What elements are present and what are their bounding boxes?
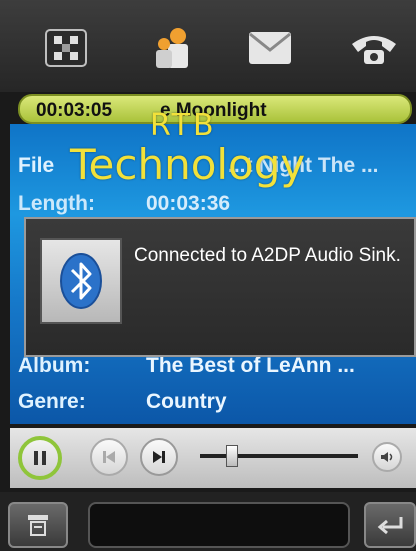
contacts-icon[interactable] [142,22,202,74]
genre-value: Country [146,390,227,413]
previous-icon [103,451,115,463]
previous-button[interactable] [90,438,128,476]
next-button[interactable] [140,438,178,476]
bluetooth-icon [40,238,122,324]
watermark-line1: RTB [150,108,217,143]
text-entry-area[interactable] [88,502,350,548]
length-label: Length: [18,192,95,215]
speaker-icon [381,452,393,462]
back-button[interactable] [364,502,416,548]
pause-button[interactable] [18,436,62,480]
bottom-bar [0,492,416,551]
back-arrow-icon [377,517,403,535]
mail-icon[interactable] [240,22,300,74]
progress-track[interactable] [200,454,358,458]
album-label: Album: [18,354,91,377]
length-value: 00:03:36 [146,192,231,215]
elapsed-time: 00:03:05 [36,100,113,121]
next-icon [153,451,165,463]
watermark-line2: Technology [70,140,306,189]
album-value: The Best of LeAnn ... [146,354,355,377]
menu-button[interactable] [8,502,68,548]
file-label: File [18,154,55,177]
pause-icon [34,451,46,465]
scan-icon[interactable] [36,22,96,74]
top-toolbar [0,0,416,92]
progress-slider-handle[interactable] [225,445,238,467]
player-controls [10,428,416,488]
volume-button[interactable] [372,442,402,472]
popup-message: Connected to A2DP Audio Sink. [134,245,401,266]
genre-label: Genre: [18,390,86,413]
phone-icon[interactable] [344,22,404,74]
menu-icon [28,515,48,536]
